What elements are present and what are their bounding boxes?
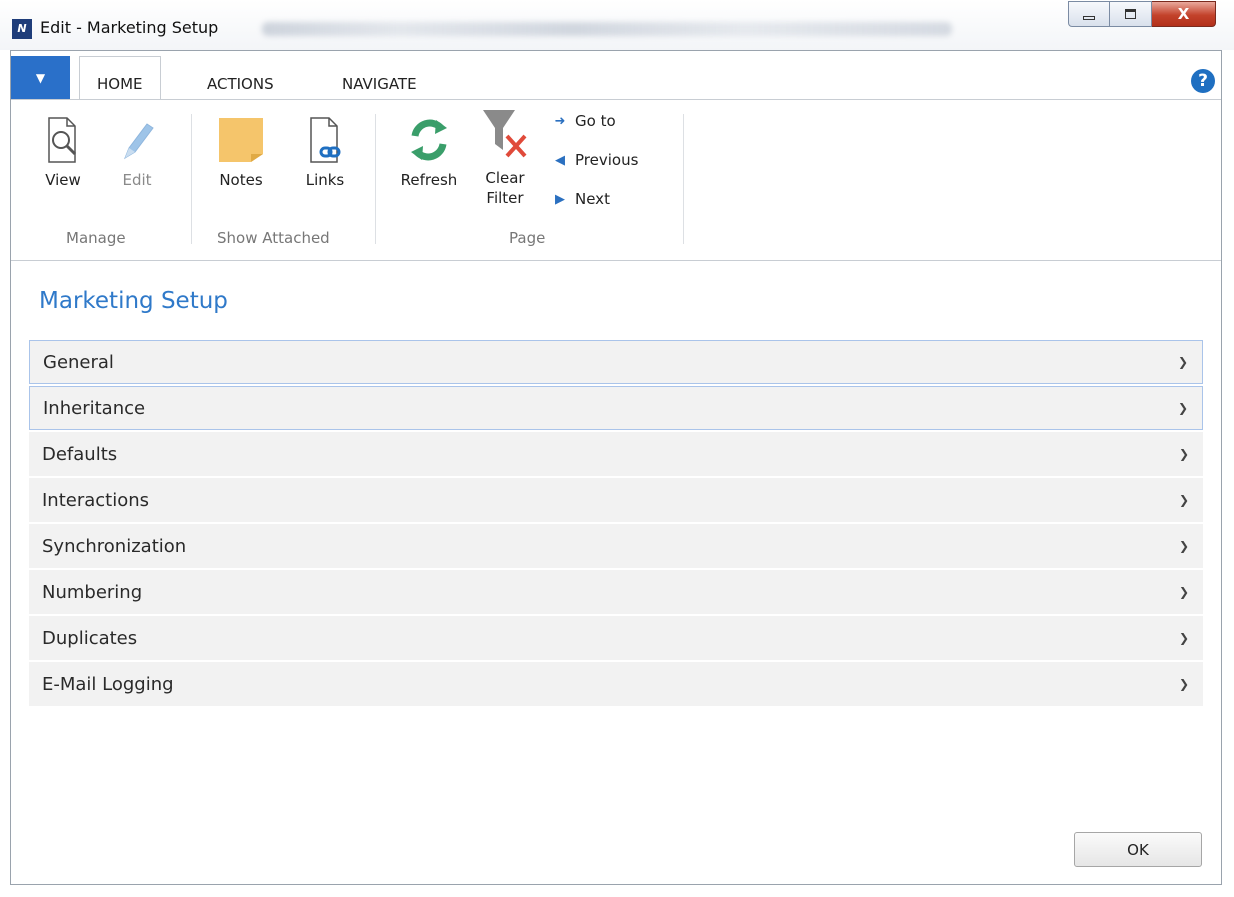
chevron-down-icon: ❯ xyxy=(1178,493,1189,507)
refresh-button[interactable]: Refresh xyxy=(394,114,464,190)
chevron-down-icon: ❯ xyxy=(1178,447,1189,461)
chevron-down-icon: ❯ xyxy=(1178,585,1189,599)
links-button[interactable]: Links xyxy=(301,114,349,190)
clear-filter-label-line2: Filter xyxy=(486,189,524,207)
refresh-button-label: Refresh xyxy=(400,171,458,189)
title-bar[interactable]: N Edit - Marketing Setup X xyxy=(0,0,1234,50)
chevron-down-icon: ❯ xyxy=(1177,355,1188,369)
clear-filter-label-line1: Clear xyxy=(485,169,525,187)
fasttab-label: Interactions xyxy=(42,489,150,511)
ribbon: View Edit Manage Notes Links Show Attach… xyxy=(11,99,1221,261)
group-label-page: Page xyxy=(509,229,546,247)
minimize-icon xyxy=(1083,16,1095,20)
goto-label: Go to xyxy=(575,112,616,130)
maximize-icon xyxy=(1125,9,1136,19)
group-label-show-attached: Show Attached xyxy=(217,229,330,247)
refresh-icon xyxy=(411,119,447,161)
caret-down-icon: ▼ xyxy=(35,70,46,85)
fasttab-label: General xyxy=(43,351,114,373)
fasttab-general[interactable]: General ❯ xyxy=(29,340,1203,384)
window-title: Edit - Marketing Setup xyxy=(40,18,219,37)
tab-actions[interactable]: ACTIONS xyxy=(207,75,274,93)
arrow-right-icon: ➜ xyxy=(554,113,566,129)
tab-home[interactable]: HOME xyxy=(79,56,161,100)
edit-button-label: Edit xyxy=(122,171,152,189)
tab-navigate[interactable]: NAVIGATE xyxy=(342,75,417,93)
chevron-down-icon: ❯ xyxy=(1178,631,1189,645)
notes-button-label: Notes xyxy=(219,171,263,189)
minimize-button[interactable] xyxy=(1068,1,1110,27)
window-controls: X xyxy=(1068,1,1216,27)
ribbon-separator xyxy=(191,114,192,244)
ok-button[interactable]: OK xyxy=(1074,832,1202,867)
sticky-note-icon xyxy=(219,118,263,162)
goto-button[interactable]: ➜ Go to xyxy=(551,112,616,130)
close-icon: X xyxy=(1177,5,1190,23)
notes-button[interactable]: Notes xyxy=(215,114,267,190)
fasttab-synchronization[interactable]: Synchronization ❯ xyxy=(29,524,1203,568)
document-link-icon xyxy=(310,117,341,163)
ribbon-tabs: ▼ HOME ACTIONS NAVIGATE ? xyxy=(11,51,1221,100)
previous-label: Previous xyxy=(575,151,639,169)
view-button-label: View xyxy=(45,171,81,189)
pencil-icon xyxy=(123,123,154,160)
ribbon-separator xyxy=(683,114,684,244)
maximize-button[interactable] xyxy=(1110,1,1152,27)
fasttab-numbering[interactable]: Numbering ❯ xyxy=(29,570,1203,614)
window-body: ▼ HOME ACTIONS NAVIGATE ? View Edit Mana… xyxy=(10,50,1222,885)
links-button-label: Links xyxy=(305,171,345,189)
fasttab-email-logging[interactable]: E-Mail Logging ❯ xyxy=(29,662,1203,706)
triangle-left-icon: ◀ xyxy=(555,152,565,168)
help-icon[interactable]: ? xyxy=(1191,69,1215,93)
fasttab-label: Synchronization xyxy=(42,535,187,557)
next-label: Next xyxy=(575,190,610,208)
chevron-down-icon: ❯ xyxy=(1177,401,1188,415)
app-menu-button[interactable]: ▼ xyxy=(11,56,70,99)
fasttab-label: Numbering xyxy=(42,581,143,603)
fasttab-label: Defaults xyxy=(42,443,118,465)
fasttab-inheritance[interactable]: Inheritance ❯ xyxy=(29,386,1203,430)
triangle-right-icon: ▶ xyxy=(555,191,565,207)
fasttab-label: Duplicates xyxy=(42,627,138,649)
edit-button[interactable]: Edit xyxy=(115,114,159,190)
blurred-breadcrumb xyxy=(262,22,952,36)
view-button[interactable]: View xyxy=(39,114,87,190)
fasttab-label: Inheritance xyxy=(43,397,146,419)
clear-filter-button[interactable]: Clear Filter xyxy=(477,106,533,208)
view-magnifier-icon xyxy=(48,117,77,163)
page-title: Marketing Setup xyxy=(39,288,228,314)
ribbon-separator xyxy=(375,114,376,244)
previous-button[interactable]: ◀ Previous xyxy=(551,151,638,169)
chevron-down-icon: ❯ xyxy=(1178,539,1189,553)
app-logo-icon: N xyxy=(12,19,32,39)
close-button[interactable]: X xyxy=(1152,1,1216,27)
fasttab-label: E-Mail Logging xyxy=(42,673,174,695)
next-button[interactable]: ▶ Next xyxy=(551,190,610,208)
funnel-clear-icon xyxy=(483,110,527,158)
group-label-manage: Manage xyxy=(66,229,126,247)
fasttab-defaults[interactable]: Defaults ❯ xyxy=(29,432,1203,476)
chevron-down-icon: ❯ xyxy=(1178,677,1189,691)
fasttab-interactions[interactable]: Interactions ❯ xyxy=(29,478,1203,522)
fasttab-duplicates[interactable]: Duplicates ❯ xyxy=(29,616,1203,660)
